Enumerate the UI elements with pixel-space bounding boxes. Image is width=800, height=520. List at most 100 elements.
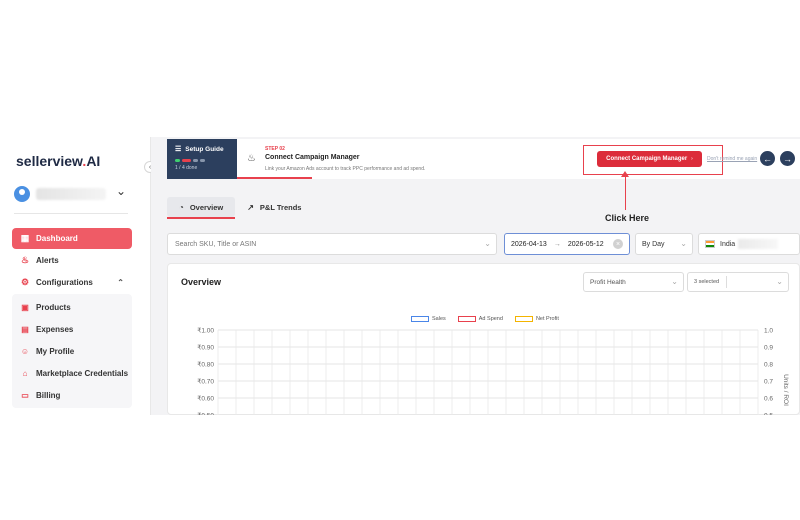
arrow-left-icon: ← (763, 153, 772, 164)
box-icon: ▣ (21, 302, 29, 312)
avatar (14, 186, 30, 202)
y-tick-label: ₹0.80 (197, 361, 214, 369)
chevron-down-icon: ⌄ (776, 277, 783, 286)
tab-overview[interactable]: ◔ Overview (167, 197, 236, 219)
sidebar: sellerview.AI ⌄ ▦ Dashboard ♨ Alerts ⚙ C… (0, 137, 145, 415)
tab-label: Overview (189, 202, 224, 212)
gear-icon: ⚙ (20, 277, 30, 287)
dashboard-tabs: ◔ Overview ↗ P&L Trends (167, 197, 313, 219)
y2-tick-label: 1.0 (764, 328, 773, 335)
sidebar-item-label: My Profile (36, 346, 75, 356)
user-icon: ☺ (20, 346, 30, 356)
metric-dropdown[interactable]: Profit Health ⌄ (583, 272, 684, 292)
y-tick-label: ₹0.70 (197, 378, 214, 386)
country-value: India (720, 240, 736, 248)
sidebar-item-expenses[interactable]: ▤ Expenses (12, 318, 132, 340)
setup-progress-bar (175, 159, 229, 162)
y2-axis-label: Units / ROI (782, 374, 789, 406)
trend-line-icon: ↗ (247, 202, 254, 212)
app-frame: sellerview.AI ⌄ ▦ Dashboard ♨ Alerts ⚙ C… (0, 137, 800, 415)
app-logo[interactable]: sellerview.AI (16, 153, 100, 169)
filter-bar: Search SKU, Title or ASIN ⌄ 2026-04-13 →… (167, 233, 800, 255)
sidebar-item-label: Billing (36, 390, 61, 400)
overview-title: Overview (181, 277, 222, 287)
banner-prev-button[interactable]: ← (760, 151, 775, 166)
banner-next-button[interactable]: → (780, 151, 795, 166)
pie-chart-icon: ◔ (179, 202, 184, 212)
divider (726, 276, 727, 288)
step-progress-underline (237, 177, 312, 179)
user-menu[interactable]: ⌄ (14, 184, 128, 206)
clear-date-icon[interactable]: × (613, 239, 623, 249)
overview-card: Overview Profit Health ⌄ 3 selected ⌄ Sa… (167, 263, 800, 415)
date-separator: → (553, 240, 561, 248)
date-from: 2026-04-13 (511, 240, 547, 248)
sidebar-item-dashboard[interactable]: ▦ Dashboard (12, 228, 132, 249)
sidebar-item-label: Configurations (36, 278, 93, 287)
y2-tick-label: 0.9 (764, 345, 773, 352)
y-tick-label: ₹0.90 (197, 344, 214, 352)
main-content: ☰ Setup Guide 1 / 4 done ♨ STEP 02 Connec… (151, 137, 800, 415)
setup-guide-panel[interactable]: ☰ Setup Guide 1 / 4 done (167, 139, 237, 179)
sidebar-item-billing[interactable]: ▭ Billing (12, 384, 132, 406)
y-tick-label: ₹0.60 (197, 395, 214, 403)
search-input[interactable]: Search SKU, Title or ASIN ⌄ (167, 233, 497, 255)
configurations-submenu: ▣ Products ▤ Expenses ☺ My Profile ⌂ Mar… (12, 294, 132, 408)
arrow-right-icon: → (783, 153, 792, 164)
wallet-icon: ▤ (21, 324, 29, 334)
connect-campaign-manager-button[interactable]: Connect Campaign Manager › (597, 151, 702, 167)
granularity-value: By Day (642, 240, 665, 248)
country-select[interactable]: India (698, 233, 800, 255)
sidebar-item-products[interactable]: ▣ Products (12, 296, 132, 318)
sidebar-item-alerts[interactable]: ♨ Alerts (12, 250, 132, 271)
setup-guide-title: Setup Guide (185, 145, 224, 153)
sidebar-item-label: Alerts (36, 256, 59, 265)
sidebar-nav: ▦ Dashboard ♨ Alerts ⚙ Configurations ⌃ … (12, 228, 132, 408)
metric-dropdown-value: Profit Health (590, 278, 626, 286)
sidebar-item-my-profile[interactable]: ☺ My Profile (12, 340, 132, 362)
y2-tick-label: 0.8 (764, 362, 773, 369)
bell-icon: ♨ (247, 153, 256, 164)
sidebar-item-label: Products (36, 302, 71, 312)
arrow-right-icon: › (691, 156, 693, 162)
sidebar-item-configurations[interactable]: ⚙ Configurations ⌃ (12, 272, 132, 293)
sidebar-item-marketplace-credentials[interactable]: ⌂ Marketplace Credentials (12, 362, 132, 384)
y-tick-label: ₹1.00 (197, 327, 214, 335)
chevron-down-icon: ⌄ (671, 277, 678, 286)
y2-tick-label: 0.5 (764, 413, 773, 416)
dont-remind-link[interactable]: Don't remind me again (707, 156, 757, 162)
chevron-down-icon: ⌄ (680, 239, 687, 248)
divider (14, 213, 128, 214)
y-tick-label: ₹0.50 (197, 412, 214, 416)
dashboard-grid-icon: ▦ (20, 233, 30, 243)
setup-banner: ☰ Setup Guide 1 / 4 done ♨ STEP 02 Connec… (167, 139, 800, 179)
granularity-select[interactable]: By Day ⌄ (635, 233, 693, 255)
bell-icon: ♨ (20, 255, 30, 265)
tab-label: P&L Trends (259, 202, 302, 212)
list-icon: ☰ (175, 146, 182, 153)
card-icon: ▭ (21, 390, 29, 400)
search-placeholder: Search SKU, Title or ASIN (175, 240, 257, 248)
overview-chart: ₹1.00 1.0 ₹0.90 0.9 ₹0.80 0.8 ₹0.70 0.7 ₹0.60 0.6… (197, 327, 789, 416)
chevron-down-icon: ⌄ (484, 239, 491, 248)
sidebar-item-label: Marketplace Credentials (36, 368, 129, 378)
y2-tick-label: 0.7 (764, 379, 773, 386)
setup-progress-text: 1 / 4 done (175, 165, 198, 171)
date-to: 2026-05-12 (567, 240, 604, 248)
redacted-text (738, 239, 779, 249)
date-range-picker[interactable]: 2026-04-13 → 2026-05-12 × (504, 233, 630, 255)
annotation-click-here: Click Here (605, 213, 650, 223)
series-selector-value: 3 selected (694, 279, 720, 285)
tab-pl-trends[interactable]: ↗ P&L Trends (235, 197, 313, 217)
y2-tick-label: 0.6 (764, 396, 773, 403)
user-name-redacted (36, 188, 106, 200)
chevron-down-icon[interactable]: ⌄ (116, 184, 126, 198)
step-title: Connect Campaign Manager (265, 154, 360, 161)
series-selector[interactable]: 3 selected ⌄ (687, 272, 789, 292)
chevron-up-icon: ⌃ (117, 278, 124, 287)
step-description: Link your Amazon Ads account to track PP… (265, 166, 426, 172)
connect-button-label: Connect Campaign Manager (606, 156, 688, 162)
step-label: STEP 02 (265, 146, 285, 152)
shop-icon: ⌂ (22, 368, 28, 378)
sidebar-item-label: Expenses (36, 324, 74, 334)
